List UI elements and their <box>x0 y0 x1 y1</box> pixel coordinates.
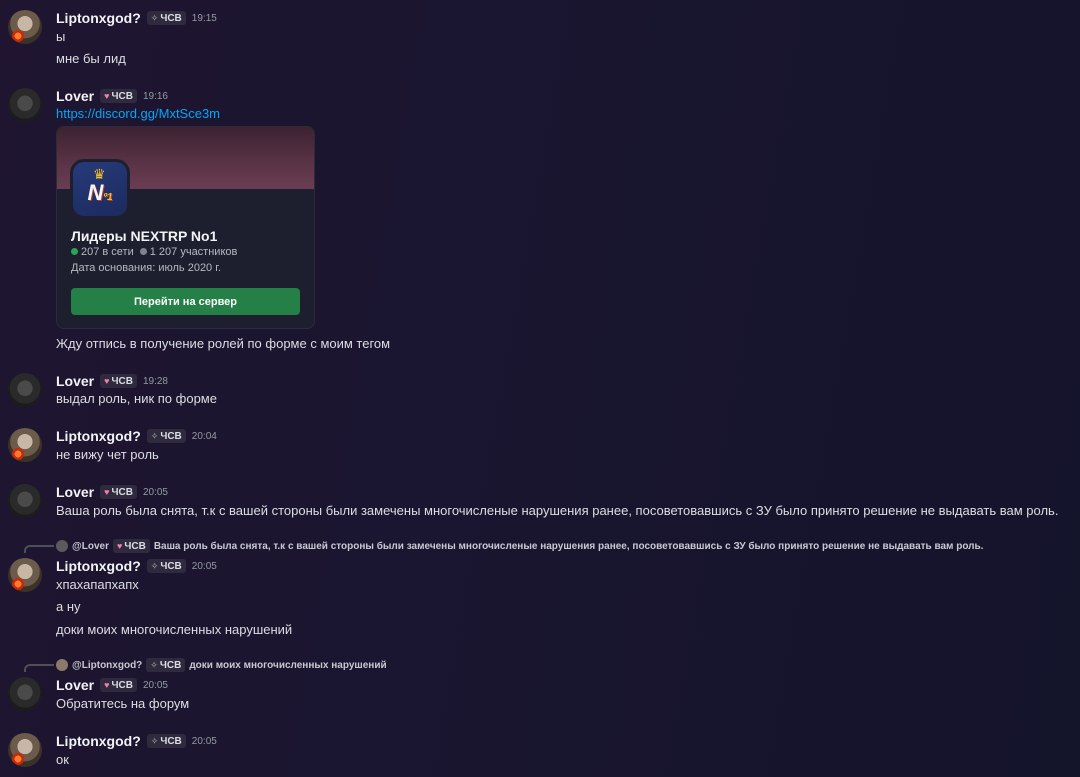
message-text: Ваша роль была снята, т.к с вашей сторон… <box>56 503 1059 518</box>
chat-log: Liptonxgod? ✧ ЧСВ 19:15 ы мне бы лид Love… <box>0 0 1080 777</box>
heart-icon: ♥ <box>104 376 110 386</box>
reply-spine <box>24 545 54 553</box>
message-header: Lover ♥ ЧСВ 19:16 <box>56 87 168 105</box>
heart-icon: ♥ <box>104 680 110 690</box>
username[interactable]: Liptonxgod? <box>56 428 141 444</box>
user-tag[interactable]: ✧ ЧСВ <box>146 734 186 748</box>
message-header: Liptonxgod? ✧ ЧСВ 20:05 <box>56 557 217 575</box>
avatar[interactable] <box>8 373 42 407</box>
avatar[interactable] <box>8 677 42 711</box>
reply-avatar <box>56 540 68 552</box>
avatar-badge-icon <box>12 753 24 765</box>
online-dot-icon <box>71 248 78 255</box>
sparkle-icon: ✧ <box>150 735 159 746</box>
message-text: Обратитесь на форум <box>56 696 190 711</box>
username[interactable]: Lover <box>56 677 94 693</box>
message-header: Lover ♥ ЧСВ 20:05 <box>56 483 168 501</box>
invite-link[interactable]: https://discord.gg/MxtSce3m <box>56 105 220 123</box>
user-tag[interactable]: ♥ ЧСВ <box>100 678 137 692</box>
message-header: Liptonxgod? ✧ ЧСВ 20:04 <box>56 427 217 445</box>
heart-icon: ♥ <box>104 487 110 497</box>
message-text: не вижу чет роль <box>56 447 159 462</box>
reply-preview[interactable]: @Liptonxgod? ✧ ЧСВ доки моих многочисленн… <box>56 658 387 672</box>
message-header: Lover ♥ ЧСВ 19:28 <box>56 372 168 390</box>
avatar[interactable] <box>8 10 42 44</box>
user-tag[interactable]: ✧ ЧСВ <box>146 559 186 573</box>
crown-icon: ♛ <box>93 166 106 182</box>
reply-spine <box>24 664 54 672</box>
avatar[interactable] <box>8 558 42 592</box>
members-dot-icon <box>139 248 147 255</box>
user-tag[interactable]: ♥ ЧСВ <box>100 89 137 103</box>
avatar[interactable] <box>8 484 42 518</box>
user-tag[interactable]: ♥ ЧСВ <box>100 374 137 388</box>
reply-preview[interactable]: @Lover ♥ ЧСВ Ваша роль была снята, т.к с … <box>56 539 983 553</box>
user-tag[interactable]: ✧ ЧСВ <box>146 429 186 443</box>
server-invite-card: ♛ Nº1 Лидеры NEXTRP No1 207 в сети 1 207… <box>56 126 315 329</box>
server-icon[interactable]: ♛ Nº1 <box>70 159 130 219</box>
user-tag[interactable]: ✧ ЧСВ <box>146 11 186 25</box>
timestamp[interactable]: 19:16 <box>143 91 168 102</box>
username[interactable]: Lover <box>56 484 94 500</box>
timestamp[interactable]: 19:15 <box>192 13 217 24</box>
message-text: ы <box>56 29 66 44</box>
message-text: ок <box>56 752 69 767</box>
user-tag[interactable]: ♥ ЧСВ <box>100 485 137 499</box>
heart-icon: ♥ <box>116 541 123 551</box>
timestamp[interactable]: 20:05 <box>143 680 168 691</box>
message-text: а ну <box>56 599 81 614</box>
username[interactable]: Lover <box>56 88 94 104</box>
reply-avatar <box>56 659 68 671</box>
sparkle-icon: ✧ <box>150 560 159 571</box>
avatar-badge-icon <box>12 30 24 42</box>
timestamp[interactable]: 20:05 <box>143 487 168 498</box>
username[interactable]: Liptonxgod? <box>56 733 141 749</box>
message-header: Liptonxgod? ✧ ЧСВ 20:05 <box>56 732 217 750</box>
timestamp[interactable]: 20:05 <box>192 736 217 747</box>
server-stats: 207 в сети 1 207 участников <box>71 246 237 258</box>
avatar-badge-icon <box>12 578 24 590</box>
heart-icon: ♥ <box>104 91 110 101</box>
join-server-button[interactable]: Перейти на сервер <box>71 288 300 315</box>
message-text: мне бы лид <box>56 51 126 66</box>
avatar[interactable] <box>8 733 42 767</box>
sparkle-icon: ✧ <box>150 659 158 670</box>
sparkle-icon: ✧ <box>150 12 159 23</box>
username[interactable]: Liptonxgod? <box>56 10 141 26</box>
avatar[interactable] <box>8 88 42 122</box>
message-text: выдал роль, ник по форме <box>56 391 217 406</box>
sparkle-icon: ✧ <box>150 430 159 441</box>
timestamp[interactable]: 19:28 <box>143 376 168 387</box>
username[interactable]: Liptonxgod? <box>56 558 141 574</box>
message-header: Lover ♥ ЧСВ 20:05 <box>56 676 168 694</box>
user-tag: ✧ ЧСВ <box>146 658 186 672</box>
avatar-badge-icon <box>12 448 24 460</box>
user-tag: ♥ ЧСВ <box>112 539 150 553</box>
timestamp[interactable]: 20:05 <box>192 561 217 572</box>
message-text: хпахапапхапх <box>56 577 139 592</box>
message-text: Жду отпись в получение ролей по форме с … <box>56 336 391 351</box>
timestamp[interactable]: 20:04 <box>192 431 217 442</box>
server-founded: Дата основания: июль 2020 г. <box>71 262 221 274</box>
server-name: Лидеры NEXTRP No1 <box>71 228 218 244</box>
avatar[interactable] <box>8 428 42 462</box>
message-text: доки моих многочисленных нарушений <box>56 622 293 637</box>
message-header: Liptonxgod? ✧ ЧСВ 19:15 <box>56 9 217 27</box>
username[interactable]: Lover <box>56 373 94 389</box>
